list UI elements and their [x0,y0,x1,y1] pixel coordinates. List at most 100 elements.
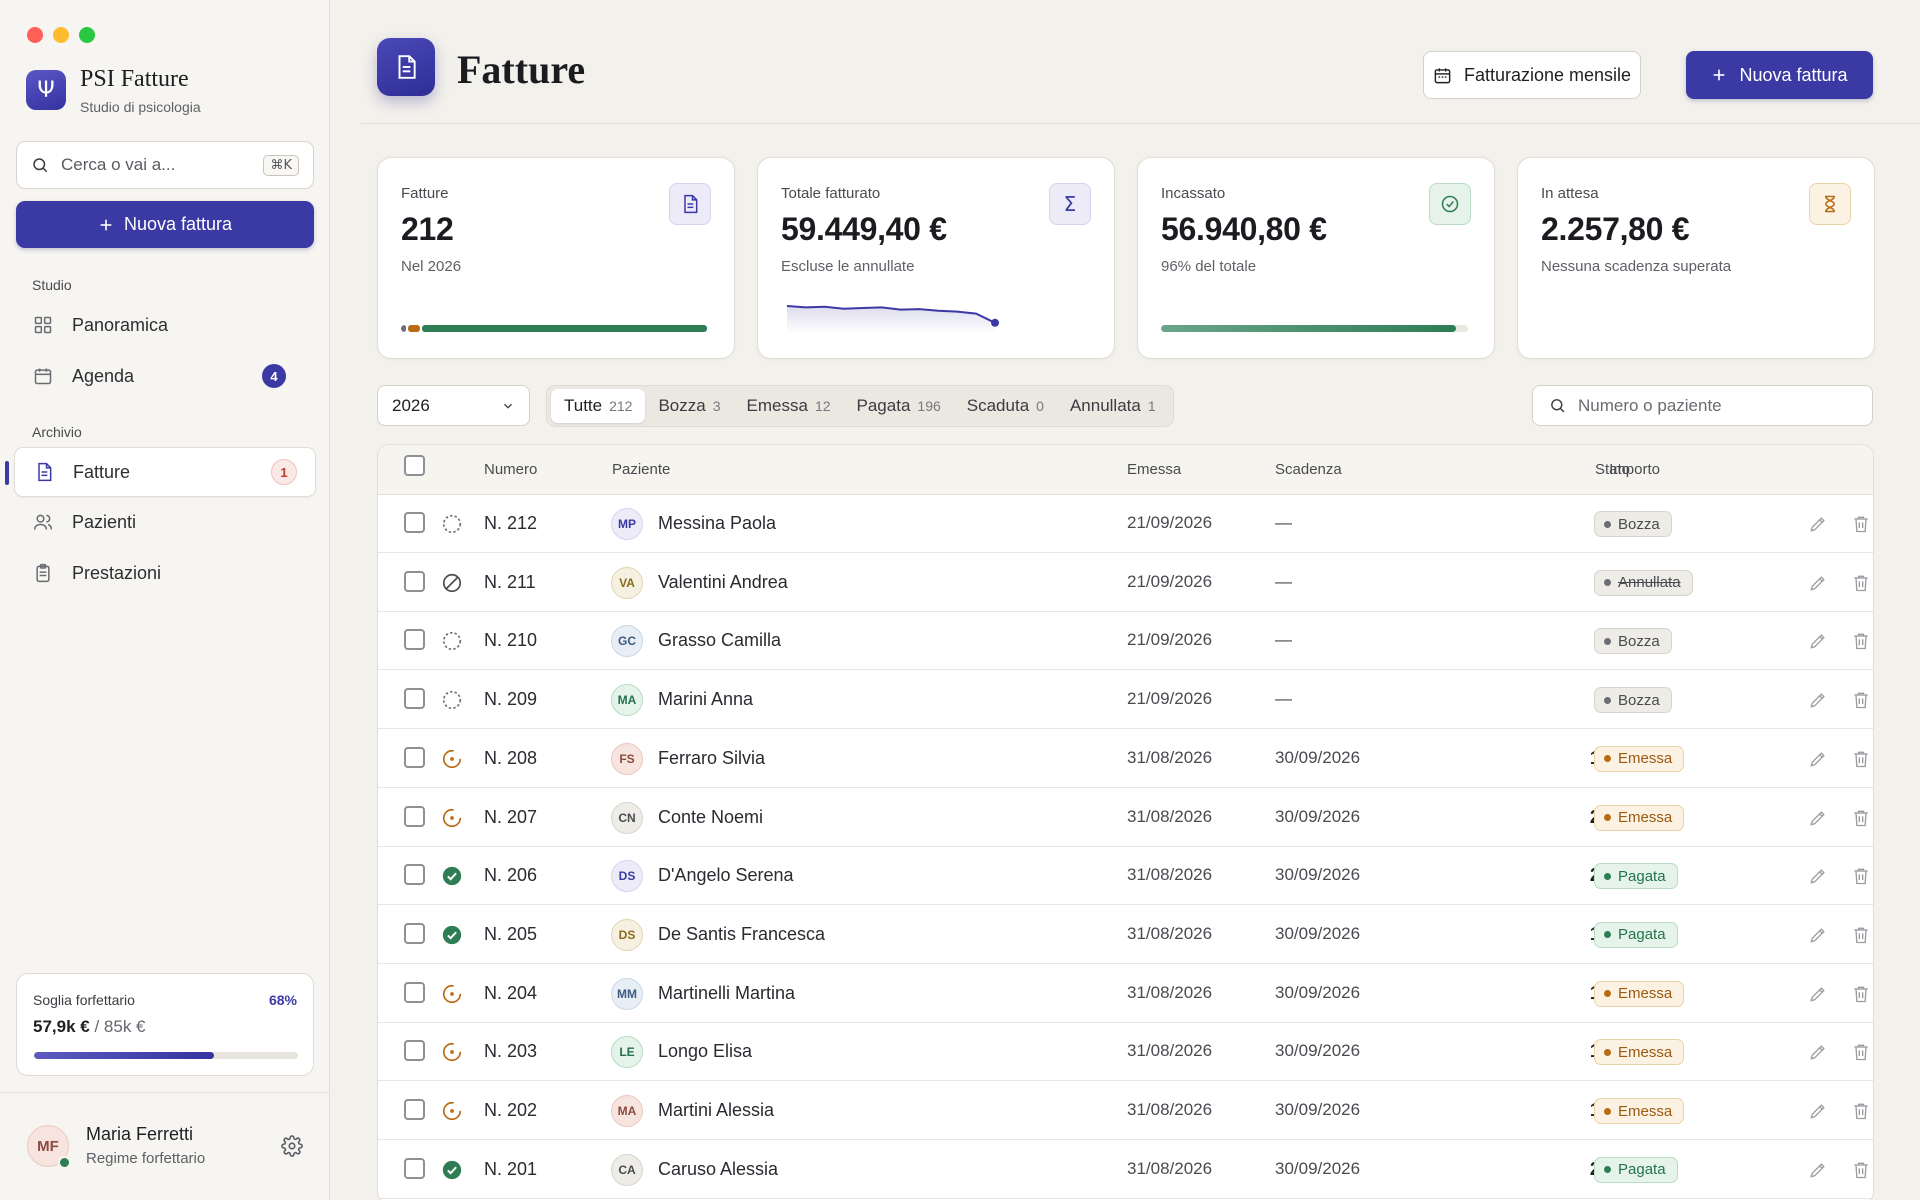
status-label: Bozza [1618,515,1660,533]
row-checkbox[interactable] [404,688,425,710]
table-row[interactable]: N. 210 GC Grasso Camilla 21/09/2026 — 83… [378,612,1873,671]
row-checkbox[interactable] [404,1099,425,1120]
sidebar-item-prestazioni[interactable]: Prestazioni [14,548,316,598]
zoom-window-button[interactable] [79,27,95,43]
sidebar-item-panoramica[interactable]: Panoramica [14,300,316,350]
edit-pencil-icon[interactable] [1808,1042,1828,1062]
row-checkbox[interactable] [404,922,425,944]
app-logo: Ψ [26,70,66,110]
column-header-due[interactable]: Scadenza [1275,461,1342,478]
delete-trash-icon[interactable] [1851,984,1871,1004]
delete-trash-icon[interactable] [1851,925,1871,945]
delete-trash-icon[interactable] [1851,808,1871,828]
edit-pencil-icon[interactable] [1808,925,1828,945]
row-checkbox[interactable] [404,1157,425,1179]
invoice-search-input[interactable]: Numero o paziente [1532,385,1873,426]
gear-icon[interactable] [281,1135,303,1157]
edit-pencil-icon[interactable] [1808,808,1828,828]
row-checkbox[interactable] [404,746,425,768]
edit-pencil-icon[interactable] [1808,984,1828,1004]
table-row[interactable]: N. 211 VA Valentini Andrea 21/09/2026 — … [378,554,1873,612]
sidebar-new-invoice-label: Nuova fattura [123,214,233,234]
delete-trash-icon[interactable] [1851,631,1871,651]
edit-pencil-icon[interactable] [1808,631,1828,651]
tab-pagata[interactable]: Pagata 196 [844,389,954,423]
user-name: Maria Ferretti [86,1124,194,1144]
row-checkbox[interactable] [404,805,425,827]
patient-name[interactable]: Ferraro Silvia [658,748,765,769]
patient-name[interactable]: Marini Anna [658,689,753,710]
table-row[interactable]: N. 202 MA Martini Alessia 31/08/2026 30/… [378,1082,1873,1140]
sidebar-item-fatture[interactable]: Fatture 1 [14,447,316,497]
sidebar-item-agenda[interactable]: Agenda 4 [14,351,316,401]
delete-trash-icon[interactable] [1851,866,1871,886]
close-window-button[interactable] [27,27,43,43]
patient-name[interactable]: De Santis Francesca [658,924,825,945]
users-icon [32,511,54,533]
row-checkbox[interactable] [404,570,425,592]
patient-name[interactable]: D'Angelo Serena [658,865,794,886]
select-all-checkbox[interactable] [404,455,425,476]
edit-pencil-icon[interactable] [1808,573,1828,593]
tab-emessa[interactable]: Emessa 12 [734,389,844,423]
delete-trash-icon[interactable] [1851,690,1871,710]
edit-pencil-icon[interactable] [1808,690,1828,710]
edit-pencil-icon[interactable] [1808,1160,1828,1180]
tab-bozza[interactable]: Bozza 3 [645,389,733,423]
table-row[interactable]: N. 212 MP Messina Paola 21/09/2026 — 83,… [378,495,1873,553]
patient-name[interactable]: Grasso Camilla [658,630,781,651]
table-row[interactable]: N. 207 CN Conte Noemi 31/08/2026 30/09/2… [378,789,1873,847]
column-header-patient[interactable]: Paziente [612,461,670,478]
tab-tutte[interactable]: Tutte 212 [551,389,646,423]
delete-trash-icon[interactable] [1851,573,1871,593]
sidebar-new-invoice-button[interactable]: Nuova fattura [16,201,314,248]
patient-name[interactable]: Longo Elisa [658,1041,752,1062]
edit-pencil-icon[interactable] [1808,1101,1828,1121]
new-invoice-button[interactable]: Nuova fattura [1686,51,1873,99]
patient-avatar: MA [611,1095,643,1127]
issued-date: 31/08/2026 [1127,806,1213,826]
column-header-status[interactable]: Stato [1595,461,1630,478]
monthly-billing-button[interactable]: Fatturazione mensile [1423,51,1641,99]
sidebar-search[interactable]: Cerca o vai a... ⌘K [16,141,314,189]
tab-annullata[interactable]: Annullata 1 [1057,389,1169,423]
stat-label: Incassato [1161,185,1226,202]
table-row[interactable]: N. 209 MA Marini Anna 21/09/2026 — 83,60… [378,671,1873,730]
patient-name[interactable]: Martini Alessia [658,1100,774,1121]
column-header-amount[interactable]: Importo [1478,461,1660,478]
row-checkbox[interactable] [404,981,425,1003]
row-checkbox[interactable] [404,512,425,533]
table-row[interactable]: N. 208 FS Ferraro Silvia 31/08/2026 30/0… [378,730,1873,788]
table-row[interactable]: N. 201 CA Caruso Alessia 31/08/2026 30/0… [378,1141,1873,1199]
invoice-number: N. 202 [484,1100,538,1120]
row-checkbox[interactable] [404,864,425,886]
tab-scaduta[interactable]: Scaduta 0 [954,389,1057,423]
table-row[interactable]: N. 204 MM Martinelli Martina 31/08/2026 … [378,965,1873,1023]
edit-pencil-icon[interactable] [1808,749,1828,769]
column-header-number[interactable]: Numero [484,461,537,478]
sidebar-item-pazienti[interactable]: Pazienti [14,497,316,547]
delete-trash-icon[interactable] [1851,1042,1871,1062]
stat-value: 2.257,80 € [1541,211,1690,247]
year-select[interactable]: 2026 [377,385,530,426]
patient-name[interactable]: Messina Paola [658,513,776,534]
row-checkbox[interactable] [404,1040,425,1062]
delete-trash-icon[interactable] [1851,1101,1871,1121]
patient-name[interactable]: Conte Noemi [658,807,763,828]
row-checkbox[interactable] [404,629,425,651]
delete-trash-icon[interactable] [1851,1160,1871,1180]
patient-name[interactable]: Valentini Andrea [658,572,788,593]
delete-trash-icon[interactable] [1851,749,1871,769]
patient-name[interactable]: Caruso Alessia [658,1159,778,1180]
table-row[interactable]: N. 205 DS De Santis Francesca 31/08/2026… [378,906,1873,964]
edit-pencil-icon[interactable] [1808,514,1828,534]
table-row[interactable]: N. 206 DS D'Angelo Serena 31/08/2026 30/… [378,847,1873,906]
stat-card-totale: Totale fatturato 59.449,40 € Escluse le … [757,157,1115,359]
edit-pencil-icon[interactable] [1808,866,1828,886]
table-row[interactable]: N. 203 LE Longo Elisa 31/08/2026 30/09/2… [378,1023,1873,1082]
minimize-window-button[interactable] [53,27,69,43]
patient-name[interactable]: Martinelli Martina [658,983,795,1004]
column-header-issued[interactable]: Emessa [1127,461,1181,478]
delete-trash-icon[interactable] [1851,514,1871,534]
due-date: — [1275,689,1292,709]
